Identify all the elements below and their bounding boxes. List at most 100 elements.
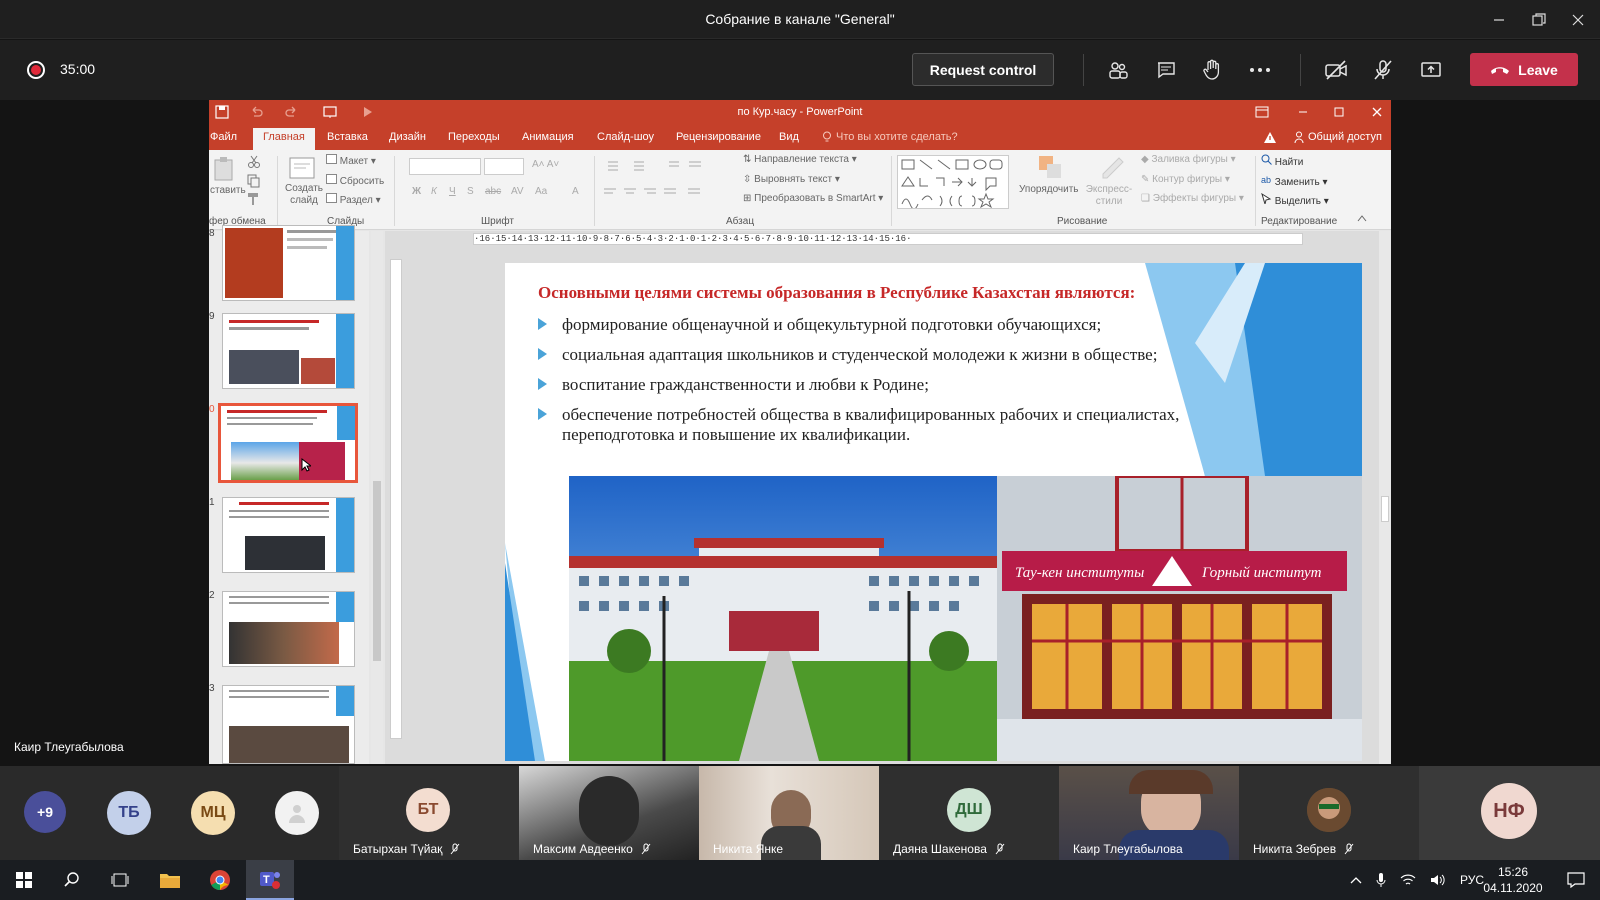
scroll-thumb[interactable] xyxy=(1381,496,1389,522)
participant-video-tile[interactable]: Каир Тлеугабылова xyxy=(1059,766,1239,860)
more-participants-badge[interactable]: +9 xyxy=(24,791,66,833)
collapse-ribbon-icon[interactable] xyxy=(1357,214,1367,222)
font-name-input[interactable] xyxy=(409,158,481,175)
shape-fill-button[interactable]: ◆ Заливка фигуры ▾ xyxy=(1141,154,1236,165)
restore-button[interactable] xyxy=(1519,0,1559,39)
share-screen-button[interactable] xyxy=(1415,54,1447,86)
arrange-icon[interactable] xyxy=(1037,154,1063,180)
section-button[interactable]: Раздел ▾ xyxy=(326,193,381,206)
chrome-button[interactable] xyxy=(196,860,244,900)
file-explorer-button[interactable] xyxy=(146,860,194,900)
align-text-button[interactable]: ⇳ Выровнять текст ▾ xyxy=(743,174,840,185)
clock[interactable]: 15:26 04.11.2020 xyxy=(1478,860,1548,900)
list-buttons-icon[interactable] xyxy=(604,159,714,173)
pp-close-icon[interactable] xyxy=(1371,106,1383,118)
raise-hand-button[interactable] xyxy=(1196,54,1228,86)
case-button[interactable]: Aa xyxy=(535,186,547,197)
wifi-icon[interactable] xyxy=(1400,873,1416,887)
bold-button[interactable]: Ж xyxy=(412,186,421,197)
participant-video-tile[interactable]: Максим Авдеенко xyxy=(519,766,699,860)
strikethrough-button[interactable]: abc xyxy=(485,186,501,197)
layout-button[interactable]: Макет ▾ xyxy=(326,154,376,167)
participant-tile[interactable]: БТ Батырхан Түйақ xyxy=(339,766,519,860)
italic-button[interactable]: К xyxy=(431,186,437,197)
format-painter-icon[interactable] xyxy=(247,192,261,206)
thumbnails-scrollbar[interactable] xyxy=(371,231,383,764)
participant-tile-self[interactable]: НФ xyxy=(1419,766,1600,860)
participant-video-tile[interactable]: Никита Янке xyxy=(699,766,879,860)
start-button[interactable] xyxy=(0,860,48,900)
camera-toggle-button[interactable] xyxy=(1320,54,1352,86)
create-slide-label[interactable]: Создать слайд xyxy=(284,183,324,207)
spacing-button[interactable]: AV xyxy=(511,186,524,197)
quick-styles-icon[interactable] xyxy=(1099,154,1125,180)
minimize-button[interactable] xyxy=(1479,0,1519,39)
font-size-input[interactable] xyxy=(484,158,524,175)
slide-thumbnail[interactable] xyxy=(222,685,355,764)
slide-thumbnails-pane[interactable]: 8 9 0 1 2 3 xyxy=(209,225,369,764)
arrange-label[interactable]: Упорядочить xyxy=(1019,184,1079,195)
ribbon-display-icon[interactable] xyxy=(1255,106,1269,118)
reset-button[interactable]: Сбросить xyxy=(326,174,384,187)
notifications-button[interactable] xyxy=(1552,860,1600,900)
avatar[interactable]: МЦ xyxy=(191,791,235,835)
paste-label[interactable]: ставить xyxy=(210,185,246,196)
pp-minimize-icon[interactable] xyxy=(1297,106,1309,118)
participant-tile[interactable]: ДШ Даяна Шакенова xyxy=(879,766,1059,860)
tab-home[interactable]: Главная xyxy=(253,128,315,150)
slide-thumbnail[interactable] xyxy=(222,313,355,389)
close-window-button[interactable] xyxy=(1558,0,1598,39)
shape-outline-button[interactable]: ✎ Контур фигуры ▾ xyxy=(1141,174,1230,185)
font-color-button[interactable]: A xyxy=(572,186,579,197)
tab-slideshow[interactable]: Слайд-шоу xyxy=(597,131,654,143)
grow-font-button[interactable]: A˄ A˅ xyxy=(532,159,559,170)
quick-styles-label[interactable]: Экспресс-стили xyxy=(1085,184,1133,208)
task-view-button[interactable] xyxy=(96,860,144,900)
tell-me-box[interactable]: Что вы хотите сделать? xyxy=(822,131,958,143)
slide-thumbnail[interactable] xyxy=(222,497,355,573)
replace-button[interactable]: ab Заменить ▾ xyxy=(1261,174,1328,188)
slide-thumbnail-selected[interactable] xyxy=(218,403,358,483)
smartart-button[interactable]: ⊞ Преобразовать в SmartArt ▾ xyxy=(743,193,883,204)
current-slide[interactable]: Основными целями системы образования в Р… xyxy=(505,263,1362,761)
select-button[interactable]: Выделить ▾ xyxy=(1261,192,1329,207)
leave-button[interactable]: Leave xyxy=(1470,53,1578,86)
underline-button[interactable]: Ч xyxy=(449,186,456,197)
shapes-gallery[interactable] xyxy=(897,155,1009,210)
shadow-button[interactable]: S xyxy=(467,186,474,197)
cut-icon[interactable] xyxy=(247,155,261,169)
search-button[interactable] xyxy=(48,860,96,900)
pp-maximize-icon[interactable] xyxy=(1333,106,1345,118)
slide-thumbnail[interactable] xyxy=(222,225,355,301)
microphone-icon[interactable] xyxy=(1376,872,1386,888)
share-button[interactable]: Общий доступ xyxy=(1294,131,1382,143)
avatar[interactable] xyxy=(275,791,319,835)
paste-icon[interactable] xyxy=(211,156,237,182)
chat-button[interactable] xyxy=(1150,54,1182,86)
volume-icon[interactable] xyxy=(1430,873,1446,887)
align-buttons-icon[interactable] xyxy=(604,186,714,200)
tab-animations[interactable]: Анимация xyxy=(522,131,574,143)
find-button[interactable]: Найти xyxy=(1261,154,1303,168)
editor-scrollbar[interactable] xyxy=(1379,231,1391,764)
mic-toggle-button[interactable] xyxy=(1367,54,1399,86)
teams-button[interactable]: T xyxy=(246,860,294,900)
scroll-thumb[interactable] xyxy=(373,481,381,661)
tab-design[interactable]: Дизайн xyxy=(389,131,426,143)
avatar[interactable]: ТБ xyxy=(107,791,151,835)
text-direction-button[interactable]: ⇅ Направление текста ▾ xyxy=(743,154,857,165)
request-control-button[interactable]: Request control xyxy=(912,53,1054,86)
slide-thumbnail[interactable] xyxy=(222,591,355,667)
tab-file[interactable]: Файл xyxy=(210,131,237,143)
new-slide-icon[interactable] xyxy=(288,154,316,182)
copy-icon[interactable] xyxy=(247,174,261,188)
tab-transitions[interactable]: Переходы xyxy=(448,131,500,143)
participant-tile[interactable]: Никита Зебрев xyxy=(1239,766,1419,860)
more-actions-button[interactable] xyxy=(1244,54,1276,86)
tab-review[interactable]: Рецензирование xyxy=(676,131,761,143)
tab-view[interactable]: Вид xyxy=(779,131,799,143)
tab-insert[interactable]: Вставка xyxy=(327,131,368,143)
chevron-up-icon[interactable] xyxy=(1350,876,1362,884)
participants-button[interactable] xyxy=(1102,54,1134,86)
shape-effects-button[interactable]: ❑ Эффекты фигуры ▾ xyxy=(1141,193,1244,204)
